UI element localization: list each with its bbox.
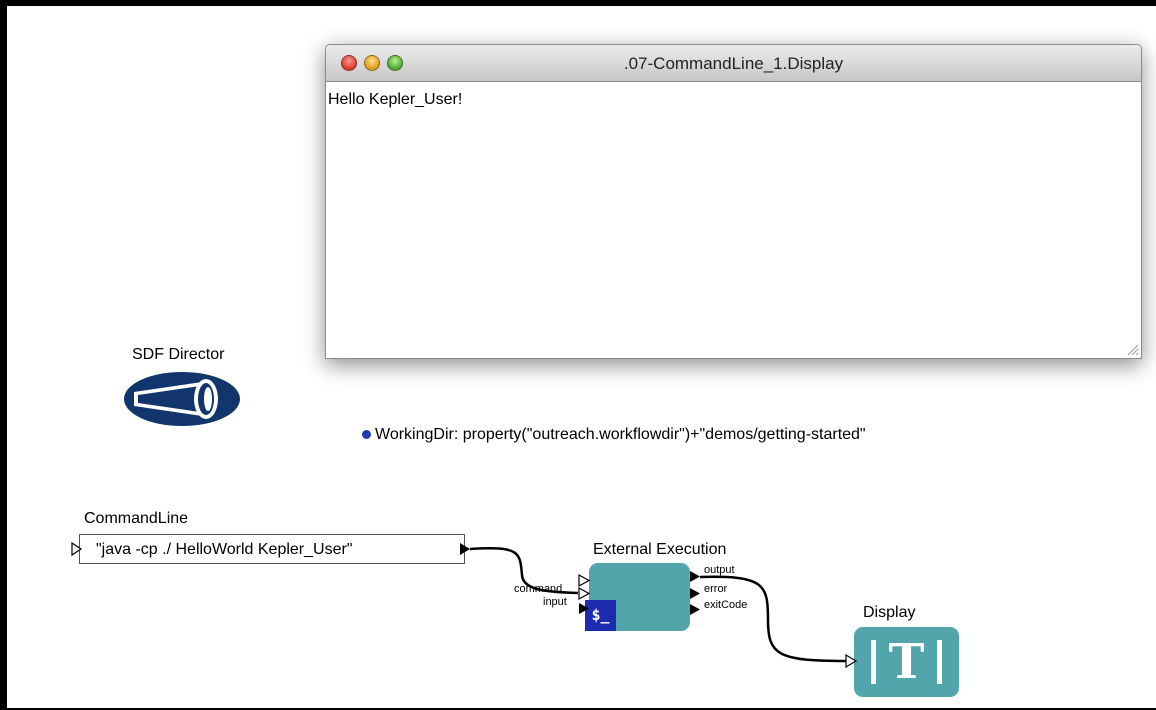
commandline-output-port[interactable]: [460, 543, 470, 555]
relation-commandline-to-command[interactable]: [469, 547, 579, 595]
output-port[interactable]: [690, 571, 700, 582]
connections-layer: [71, 541, 858, 669]
commandline-input-port[interactable]: [71, 541, 83, 557]
exitcode-port[interactable]: [690, 604, 700, 615]
input-port[interactable]: [579, 603, 589, 614]
command-input-port-2[interactable]: [578, 586, 591, 601]
relation-output-to-display[interactable]: [699, 575, 847, 663]
display-input-port[interactable]: [845, 653, 858, 669]
error-port[interactable]: [690, 588, 700, 599]
command-input-port[interactable]: [578, 573, 591, 588]
